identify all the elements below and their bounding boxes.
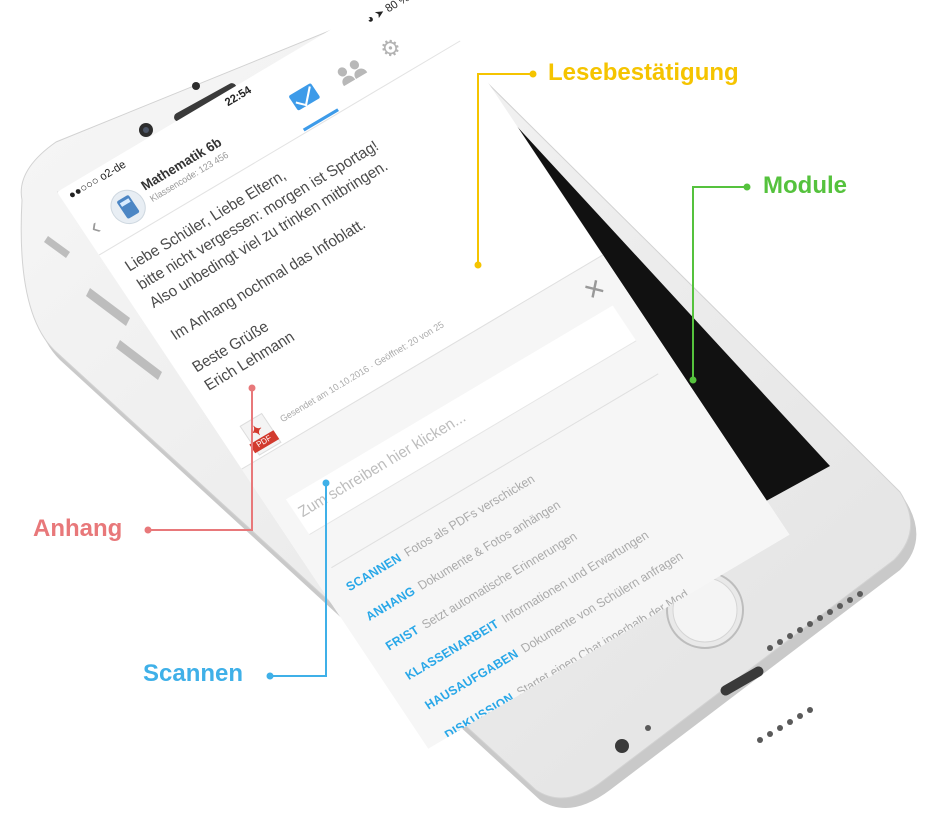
callout-scannen: Scannen [143, 660, 244, 687]
module-name: SCANNEN [343, 550, 405, 595]
tab-settings-gear-icon[interactable]: ⚙ [375, 32, 407, 65]
active-tab-indicator [302, 108, 339, 132]
close-icon[interactable]: ✕ [578, 272, 612, 307]
back-arrow-icon[interactable]: ‹ [84, 213, 107, 241]
headphone-jack [615, 739, 629, 753]
callout-lesebestaetigung: Lesebestätigung [548, 59, 739, 86]
callout-anhang: Anhang [33, 515, 123, 542]
message-input-placeholder: Zum schreiben hier klicken... [295, 408, 470, 521]
phone-mockup: ●●○○○ o2-de 22:54 ◕ ➤ 80 % ▮ ‹ Mathemati… [0, 0, 925, 822]
tab-members-group-icon[interactable] [334, 57, 368, 87]
callout-module: Module [763, 172, 847, 199]
tab-messages-mail-icon[interactable] [288, 82, 323, 112]
module-name: FRIST [382, 622, 422, 654]
